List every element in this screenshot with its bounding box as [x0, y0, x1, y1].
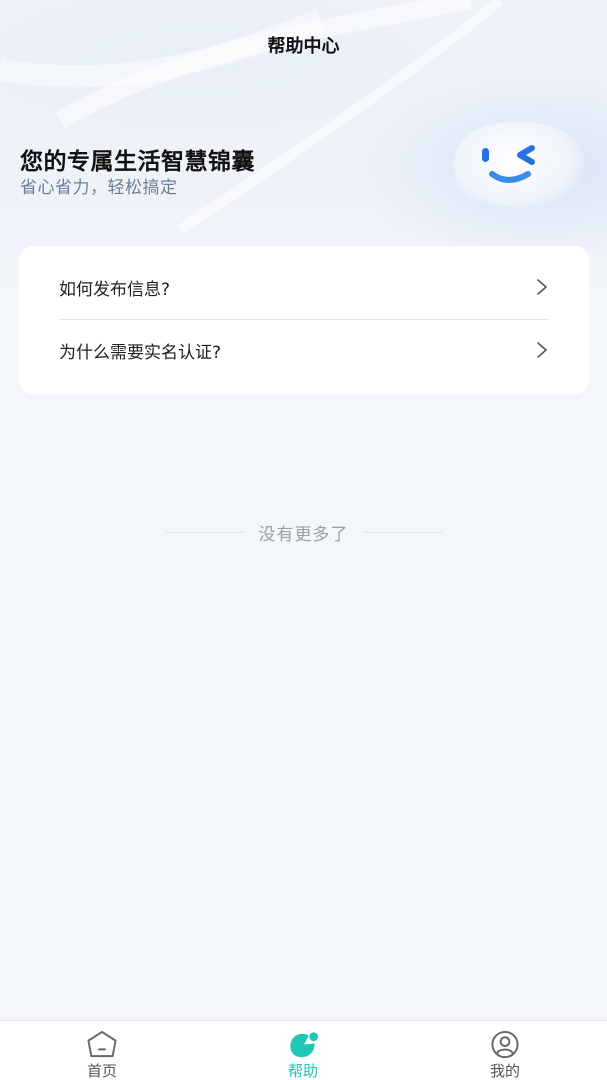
profile-icon — [491, 1030, 519, 1059]
tab-label: 帮助 — [287, 1062, 318, 1080]
tab-label: 首页 — [86, 1062, 117, 1080]
tab-label: 我的 — [489, 1062, 520, 1080]
chevron-right-icon — [537, 279, 547, 295]
divider-left — [164, 532, 245, 533]
faq-item-label: 为什么需要实名认证? — [59, 342, 222, 363]
tab-help[interactable]: 帮助 — [243, 1021, 363, 1080]
chevron-right-icon — [537, 342, 547, 358]
hero-title: 您的专属生活智慧锦囊 — [20, 149, 255, 175]
faq-item-publish[interactable]: 如何发布信息? — [59, 256, 549, 318]
faq-card: 如何发布信息? 为什么需要实名认证? — [19, 246, 589, 394]
mascot-icon — [454, 122, 584, 216]
end-of-list: 没有更多了 — [0, 520, 607, 545]
tab-profile[interactable]: 我的 — [445, 1021, 565, 1080]
no-more-text: 没有更多了 — [258, 525, 349, 545]
tab-home[interactable]: 首页 — [42, 1021, 162, 1080]
home-icon — [87, 1030, 117, 1058]
help-icon — [290, 1032, 319, 1058]
faq-item-realname[interactable]: 为什么需要实名认证? — [59, 319, 549, 381]
faq-item-label: 如何发布信息? — [59, 279, 171, 300]
bottom-tab-bar: 首页 帮助 我的 — [0, 1020, 607, 1080]
page-title: 帮助中心 — [267, 36, 340, 57]
hero-subtitle: 省心省力，轻松搞定 — [20, 178, 178, 198]
divider-right — [362, 532, 443, 533]
